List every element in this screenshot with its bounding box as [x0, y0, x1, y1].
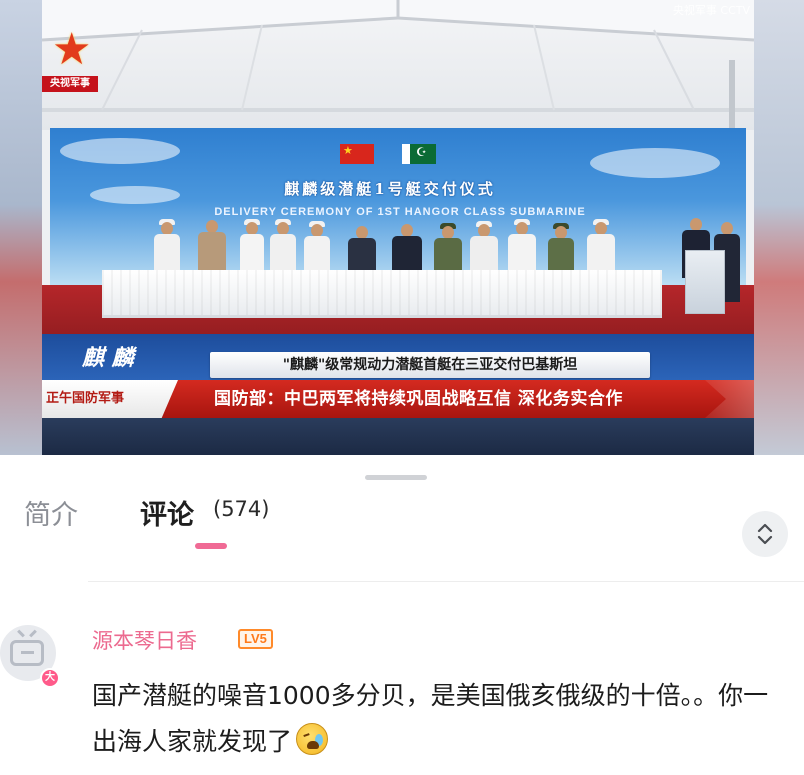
- video-blur-left: [0, 0, 42, 455]
- backdrop-subtitle: DELIVERY CEREMONY OF 1ST HANGOR CLASS SU…: [214, 206, 586, 218]
- news-headline-bar: 正午国防军事 国防部：中巴两军将持续巩固战略互信 深化务实合作: [42, 380, 754, 418]
- channel-logo: ★ 央视军事: [42, 26, 98, 98]
- avatar-badge: 大: [40, 668, 60, 688]
- video-blur-right: [754, 0, 804, 455]
- channel-logo-label: 央视军事: [42, 76, 98, 92]
- tab-intro[interactable]: 简介: [24, 493, 78, 532]
- program-name: 正午国防军事: [42, 380, 178, 418]
- active-tab-indicator: [195, 543, 227, 549]
- user-level-badge: LV5: [238, 629, 273, 649]
- star-logo-icon: ★: [52, 24, 92, 75]
- chevron-decoration-icon: [705, 380, 754, 418]
- detail-sheet: 简介 评论 (574) 大 源本琴日香 LV5 国产潜艇的噪音1000多分贝，是…: [0, 455, 804, 775]
- news-subheadline: "麒麟"级常规动力潜艇首艇在三亚交付巴基斯坦: [210, 352, 650, 378]
- news-lower-third: "麒麟"级常规动力潜艇首艇在三亚交付巴基斯坦 正午国防军事 国防部：中巴两军将持…: [42, 352, 754, 455]
- divider: [88, 581, 804, 582]
- comment-text: 国产潜艇的噪音1000多分贝，是美国俄亥俄级的十倍。。你一出海人家就发现了: [92, 681, 769, 756]
- backdrop-title: 麒麟级潜艇1号艇交付仪式: [284, 180, 496, 198]
- chevron-up-down-icon: [757, 523, 773, 545]
- tv-avatar-icon: [10, 640, 44, 666]
- sort-button[interactable]: [742, 511, 788, 557]
- news-headline: 国防部：中巴两军将持续巩固战略互信 深化务实合作: [214, 389, 623, 409]
- ceremony-table: [102, 270, 662, 318]
- crying-laughing-emoji-icon: [296, 723, 329, 755]
- china-flag-icon: [340, 144, 374, 164]
- channel-watermark: 央视军事 CCTV: [672, 4, 750, 17]
- video-frame[interactable]: 麒麟级潜艇1号艇交付仪式 DELIVERY CEREMONY OF 1ST HA…: [42, 0, 754, 455]
- comment-item: 大 源本琴日香 LV5 国产潜艇的噪音1000多分贝，是美国俄亥俄级的十倍。。你…: [0, 585, 804, 775]
- pakistan-flag-icon: [402, 144, 436, 164]
- comment-body[interactable]: 国产潜艇的噪音1000多分贝，是美国俄亥俄级的十倍。。你一出海人家就发现了: [92, 673, 792, 765]
- drag-handle[interactable]: [365, 475, 427, 480]
- lower-third-footer: [42, 418, 754, 455]
- tent-roof: [42, 0, 754, 130]
- video-player[interactable]: 麒麟级潜艇1号艇交付仪式 DELIVERY CEREMONY OF 1ST HA…: [0, 0, 804, 455]
- tab-comments[interactable]: 评论: [140, 493, 194, 532]
- tab-bar: 简介 评论 (574): [0, 485, 804, 565]
- comments-count: (574): [213, 497, 270, 521]
- podium: [685, 250, 725, 314]
- comment-username[interactable]: 源本琴日香: [92, 625, 197, 655]
